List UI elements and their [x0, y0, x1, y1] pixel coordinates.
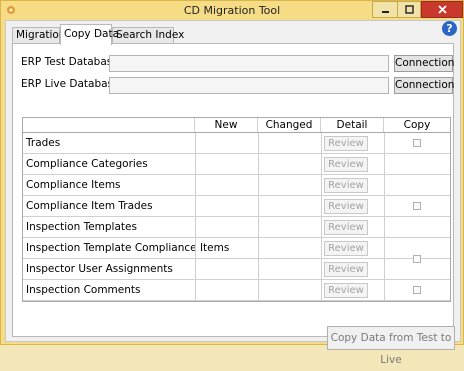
help-icon[interactable]: ?	[442, 21, 457, 36]
copy-checkbox[interactable]	[413, 255, 421, 263]
row-name: Inspector User Assignments	[26, 263, 173, 275]
copy-checkbox[interactable]	[413, 286, 421, 294]
table-row: Inspection Comments Review	[23, 280, 450, 301]
table-row: Inspection Templates Review	[23, 217, 450, 238]
maximize-icon	[404, 5, 414, 14]
row-name: Compliance Item Trades	[26, 200, 153, 212]
review-button[interactable]: Review	[324, 199, 368, 214]
minimize-button[interactable]	[372, 1, 398, 18]
tab-migration[interactable]: Migration	[12, 27, 66, 44]
copy-data-panel: ERP Test Database Connection ERP Live Da…	[12, 43, 455, 366]
column-divider	[195, 133, 196, 301]
erp-test-database-label: ERP Test Database	[21, 56, 119, 68]
column-header-name	[23, 118, 195, 133]
review-button[interactable]: Review	[324, 220, 368, 235]
table-row: Inspector User Assignments Review	[23, 259, 450, 280]
column-header-changed: Changed	[258, 118, 321, 133]
review-button[interactable]: Review	[324, 262, 368, 277]
copy-checkbox[interactable]	[413, 139, 421, 147]
row-name: Inspection Template Compliance Items	[26, 242, 230, 254]
column-divider	[258, 133, 259, 301]
erp-live-database-label: ERP Live Database	[21, 78, 120, 90]
close-button[interactable]	[421, 1, 463, 18]
column-header-new: New	[195, 118, 258, 133]
tab-search-index[interactable]: Search Index	[112, 27, 184, 44]
row-name: Trades	[26, 137, 61, 149]
column-divider	[321, 133, 322, 301]
row-name: Compliance Categories	[26, 158, 148, 170]
review-button[interactable]: Review	[324, 136, 368, 151]
row-name: Compliance Items	[26, 179, 121, 191]
table-row: Inspection Template Compliance Items Rev…	[23, 238, 450, 259]
table-row: Trades Review	[23, 133, 450, 154]
table-row: Compliance Item Trades Review	[23, 196, 450, 217]
review-button[interactable]: Review	[324, 241, 368, 256]
tab-copy-data[interactable]: Copy Data	[60, 24, 119, 45]
migration-grid: New Changed Detail Copy Trades Review Co…	[22, 117, 451, 302]
table-row: Compliance Items Review	[23, 175, 450, 196]
close-icon	[437, 5, 447, 14]
column-header-copy: Copy	[384, 118, 450, 133]
copy-checkbox[interactable]	[413, 202, 421, 210]
row-name: Inspection Templates	[26, 221, 137, 233]
live-connection-button[interactable]: Connection	[394, 77, 454, 94]
app-window: CD Migration Tool Migration Copy Data Se…	[0, 0, 464, 366]
minimize-icon	[381, 11, 389, 13]
column-header-detail: Detail	[321, 118, 384, 133]
title-bar[interactable]: CD Migration Tool	[1, 1, 463, 21]
review-button[interactable]: Review	[324, 283, 368, 298]
client-area: Migration Copy Data Search Index ? ERP T…	[5, 20, 461, 366]
review-button[interactable]: Review	[324, 157, 368, 172]
erp-live-database-field[interactable]	[109, 77, 389, 94]
row-name: Inspection Comments	[26, 284, 141, 296]
table-row: Compliance Categories Review	[23, 154, 450, 175]
maximize-button[interactable]	[397, 1, 421, 18]
review-button[interactable]: Review	[324, 178, 368, 193]
column-divider	[384, 133, 385, 301]
test-connection-button[interactable]: Connection	[394, 55, 454, 72]
copy-data-button[interactable]: Copy Data from Test to Live	[327, 326, 455, 366]
erp-test-database-field[interactable]	[109, 55, 389, 72]
